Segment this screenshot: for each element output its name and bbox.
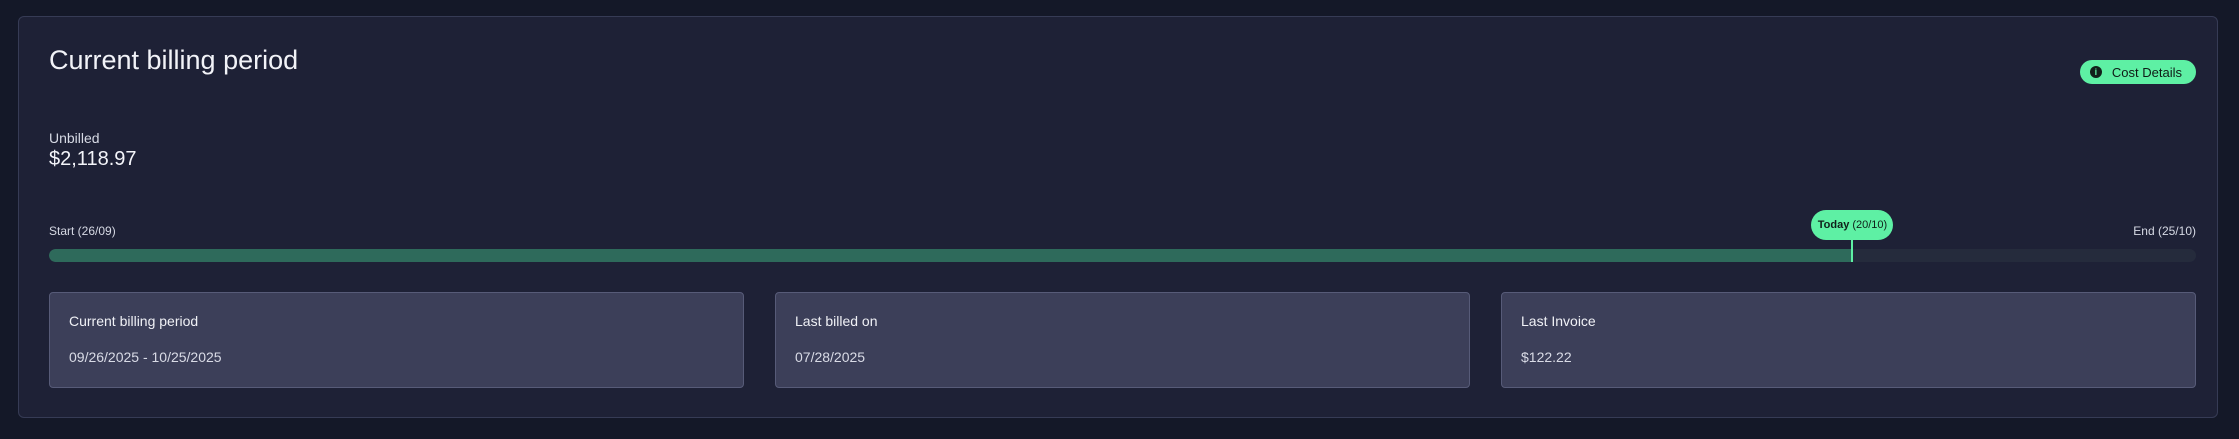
timeline-start-label: Start (26/09)	[49, 224, 116, 238]
cost-details-button[interactable]: i Cost Details	[2079, 60, 2196, 84]
billing-progress-fill	[49, 249, 1853, 262]
card-last-billed-on: Last billed on 07/28/2025	[775, 292, 1470, 388]
card-current-billing-period: Current billing period 09/26/2025 - 10/2…	[49, 292, 744, 388]
page-title: Current billing period	[49, 45, 299, 75]
today-indicator-line	[1851, 240, 1854, 262]
cost-details-label: Cost Details	[2111, 64, 2182, 80]
card-value: 07/28/2025	[795, 349, 866, 365]
card-last-invoice: Last Invoice $122.22	[1501, 292, 2196, 388]
card-label: Last Invoice	[1521, 313, 1596, 329]
timeline-end-label: End (25/10)	[2133, 224, 2196, 238]
billing-panel: Current billing period i Cost Details Un…	[18, 16, 2218, 418]
info-icon: i	[2089, 66, 2102, 78]
card-value: 09/26/2025 - 10/25/2025	[69, 349, 222, 365]
unbilled-label: Unbilled	[49, 130, 100, 146]
card-value: $122.22	[1521, 349, 1572, 365]
card-label: Current billing period	[69, 313, 199, 329]
today-date: (20/10)	[1852, 219, 1888, 231]
unbilled-amount: $2,118.97	[49, 148, 137, 170]
billing-summary-cards: Current billing period 09/26/2025 - 10/2…	[49, 292, 2196, 388]
today-word: Today	[1817, 219, 1850, 231]
today-badge: Today (20/10)	[1811, 210, 1894, 240]
card-label: Last billed on	[795, 313, 878, 329]
today-marker: Today (20/10)	[1811, 210, 1894, 271]
